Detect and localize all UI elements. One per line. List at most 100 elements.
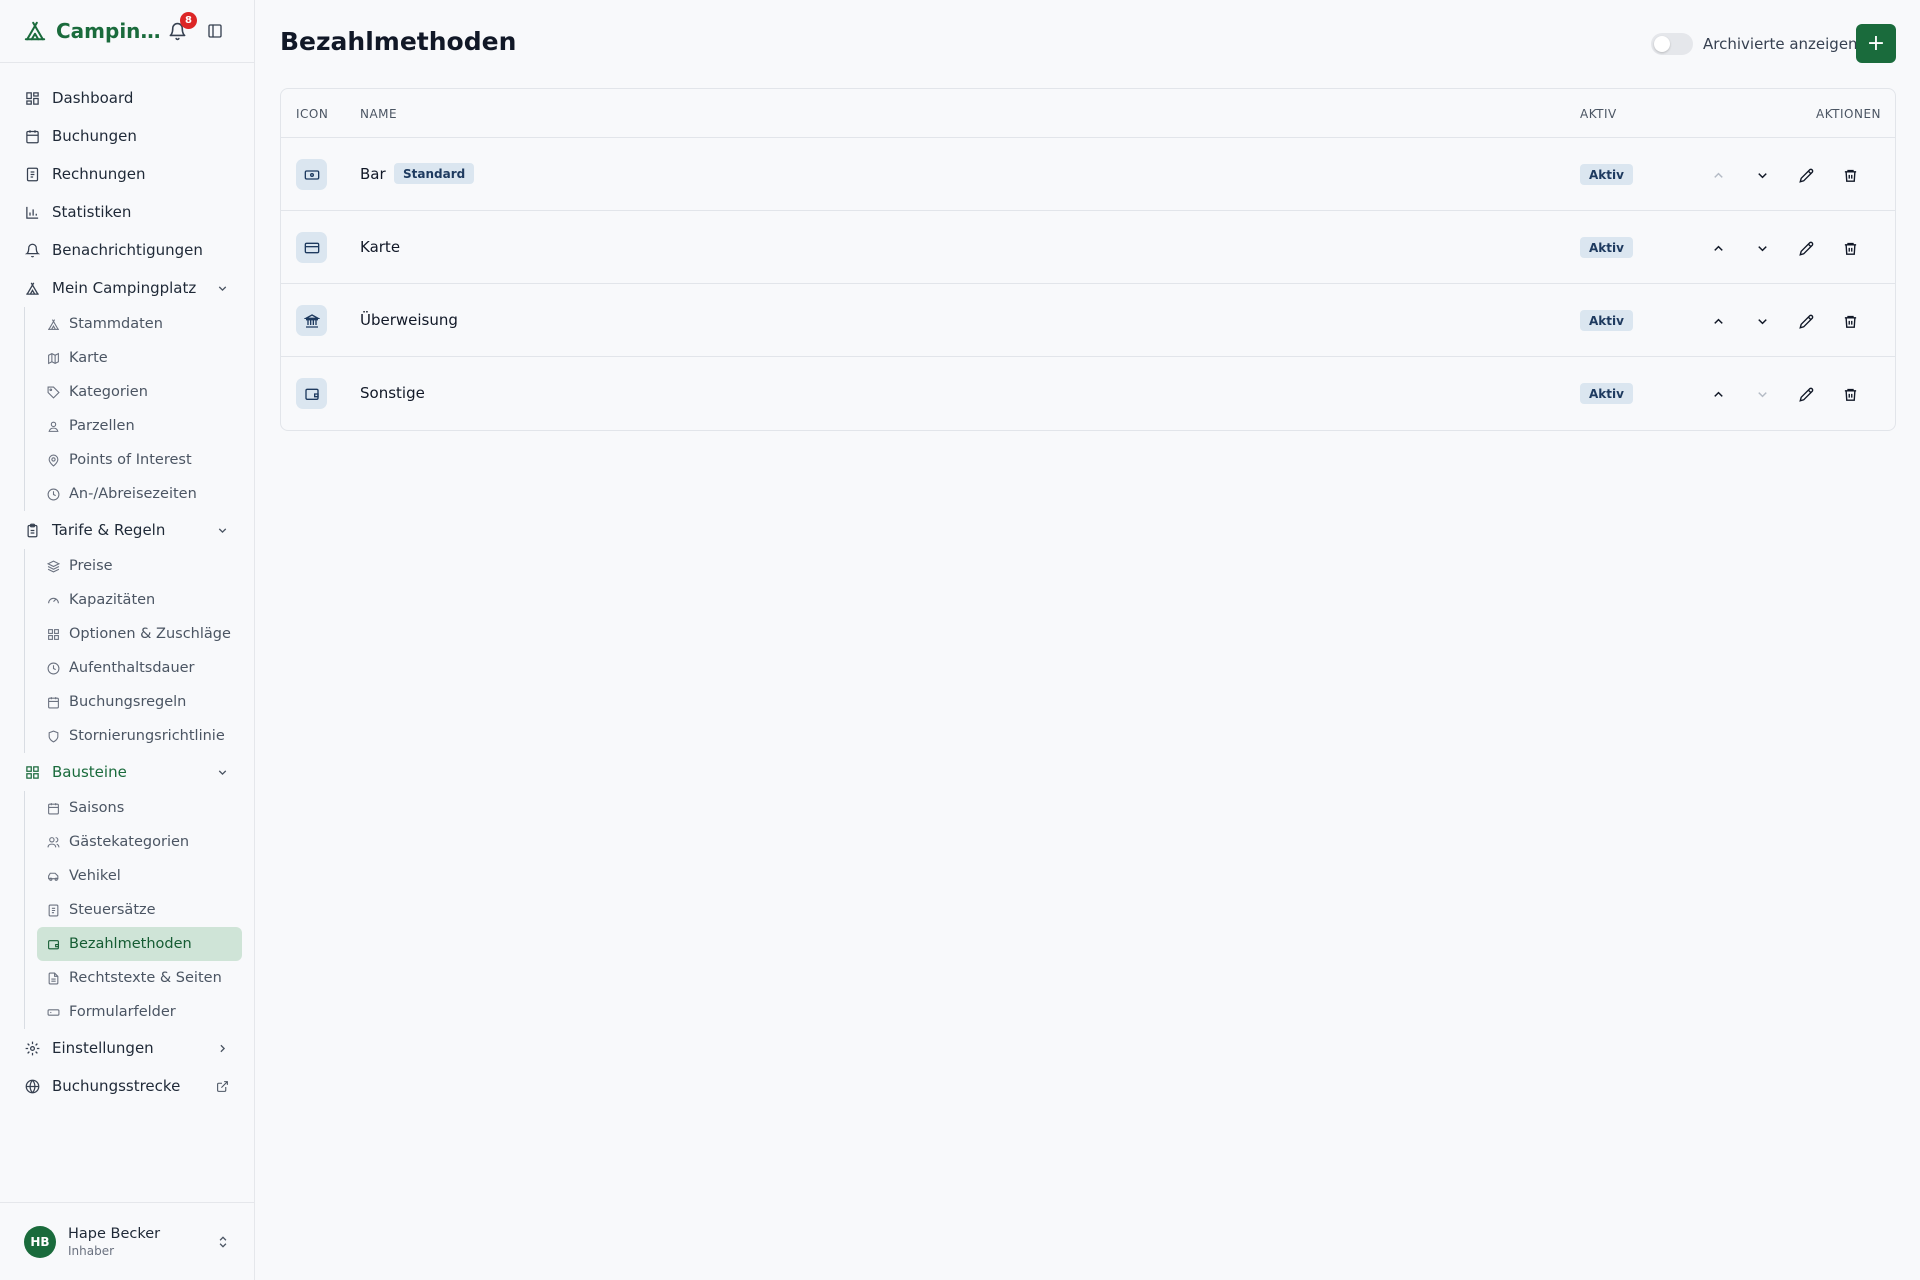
sidebar-item-bezahlmethoden[interactable]: Bezahlmethoden xyxy=(37,927,242,961)
sidebar-item-formularfelder[interactable]: Formularfelder xyxy=(37,995,242,1029)
tent-icon xyxy=(24,280,40,296)
toggle-knob xyxy=(1654,36,1670,52)
status-badge: Aktiv xyxy=(1580,383,1633,404)
move-up-button[interactable] xyxy=(1708,238,1728,258)
globe-icon xyxy=(24,1078,40,1094)
submenu-bausteine: Saisons Gästekategorien Vehikel Steuersä… xyxy=(24,791,254,1029)
sidebar-item-stammdaten[interactable]: Stammdaten xyxy=(37,307,242,341)
nav-group-tarife[interactable]: Tarife & Regeln xyxy=(0,511,254,549)
gear-icon xyxy=(24,1040,40,1056)
move-up-button[interactable] xyxy=(1708,165,1728,185)
tent-icon xyxy=(24,20,46,42)
wallet-icon xyxy=(46,937,60,951)
status-badge: Aktiv xyxy=(1580,310,1633,331)
map-pin-icon xyxy=(46,453,60,467)
move-up-button[interactable] xyxy=(1708,384,1728,404)
sidebar-item-preise[interactable]: Preise xyxy=(37,549,242,583)
row-name: Karte xyxy=(360,238,401,256)
row-name: Überweisung xyxy=(360,311,458,329)
sidebar-item-steuersaetze[interactable]: Steuersätze xyxy=(37,893,242,927)
move-down-button[interactable] xyxy=(1752,384,1772,404)
delete-button[interactable] xyxy=(1840,384,1860,404)
submenu-tarife: Preise Kapazitäten Optionen & Zuschläge … xyxy=(24,549,254,753)
chevron-down-icon xyxy=(215,281,229,295)
edit-button[interactable] xyxy=(1796,311,1816,331)
delete-button[interactable] xyxy=(1840,311,1860,331)
delete-button[interactable] xyxy=(1840,165,1860,185)
sidebar-item-an-abreisezeiten[interactable]: An-/Abreisezeiten xyxy=(37,477,242,511)
banknote-icon xyxy=(296,159,327,190)
sub-label: Kapazitäten xyxy=(69,592,156,608)
user-menu[interactable]: HB Hape Becker Inhaber xyxy=(0,1202,255,1280)
table-row: Sonstige Aktiv xyxy=(281,357,1895,430)
edit-button[interactable] xyxy=(1796,384,1816,404)
sidebar-item-vehikel[interactable]: Vehikel xyxy=(37,859,242,893)
header-aktiv: AKTIV xyxy=(1580,107,1617,121)
car-icon xyxy=(46,869,60,883)
sidebar-item-optionen[interactable]: Optionen & Zuschläge xyxy=(37,617,242,651)
nav-label: Buchungsstrecke xyxy=(52,1077,181,1095)
sidebar-item-kategorien[interactable]: Kategorien xyxy=(37,375,242,409)
app-name: Campingplatz xyxy=(56,19,171,43)
sidebar-item-gaestekategorien[interactable]: Gästekategorien xyxy=(37,825,242,859)
blocks-icon xyxy=(46,627,60,641)
sidebar-toggle-icon[interactable] xyxy=(205,21,225,41)
move-down-button[interactable] xyxy=(1752,165,1772,185)
table-row: Überweisung Aktiv xyxy=(281,284,1895,357)
sidebar: Campingplatz 8 Dashboard Buchungen Rechn… xyxy=(0,0,255,1280)
sub-label: An-/Abreisezeiten xyxy=(69,486,197,502)
sidebar-item-points-of-interest[interactable]: Points of Interest xyxy=(37,443,242,477)
sidebar-item-parzellen[interactable]: Parzellen xyxy=(37,409,242,443)
table-row: Bar Standard Aktiv xyxy=(281,138,1895,211)
credit-card-icon xyxy=(296,232,327,263)
gauge-icon xyxy=(46,593,60,607)
nav-item-benachrichtigungen[interactable]: Benachrichtigungen xyxy=(0,231,254,269)
nav-item-rechnungen[interactable]: Rechnungen xyxy=(0,155,254,193)
sidebar-item-saisons[interactable]: Saisons xyxy=(37,791,242,825)
header-icon: ICON xyxy=(296,107,329,121)
chevrons-up-down-icon[interactable] xyxy=(215,1234,231,1250)
row-name: Sonstige xyxy=(360,384,425,402)
nav-group-bausteine[interactable]: Bausteine xyxy=(0,753,254,791)
sidebar-item-rechtstexte[interactable]: Rechtstexte & Seiten xyxy=(37,961,242,995)
sidebar-item-aufenthaltsdauer[interactable]: Aufenthaltsdauer xyxy=(37,651,242,685)
calendar-icon xyxy=(24,128,40,144)
delete-button[interactable] xyxy=(1840,238,1860,258)
move-down-button[interactable] xyxy=(1752,238,1772,258)
nav-group-mein-campingplatz[interactable]: Mein Campingplatz xyxy=(0,269,254,307)
dashboard-icon xyxy=(24,90,40,106)
sub-label: Steuersätze xyxy=(69,902,156,918)
status-badge: Aktiv xyxy=(1580,164,1633,185)
nav-label: Mein Campingplatz xyxy=(52,279,197,297)
edit-button[interactable] xyxy=(1796,238,1816,258)
move-up-button[interactable] xyxy=(1708,311,1728,331)
sidebar-item-buchungsregeln[interactable]: Buchungsregeln xyxy=(37,685,242,719)
sidebar-item-stornierungsrichtlinie[interactable]: Stornierungsrichtlinie xyxy=(37,719,242,753)
add-button[interactable]: + xyxy=(1856,24,1896,63)
edit-button[interactable] xyxy=(1796,165,1816,185)
nav-label: Benachrichtigungen xyxy=(52,241,203,259)
nav-item-buchungen[interactable]: Buchungen xyxy=(0,117,254,155)
nav-item-dashboard[interactable]: Dashboard xyxy=(0,79,254,117)
sub-label: Buchungsregeln xyxy=(69,694,187,710)
tag-icon xyxy=(46,385,60,399)
sidebar-item-karte[interactable]: Karte xyxy=(37,341,242,375)
page-title: Bezahlmethoden xyxy=(280,27,517,56)
file-text-icon xyxy=(46,971,60,985)
move-down-button[interactable] xyxy=(1752,311,1772,331)
calendar-icon xyxy=(46,695,60,709)
main-nav: Dashboard Buchungen Rechnungen Statistik… xyxy=(0,63,254,1105)
status-badge: Aktiv xyxy=(1580,237,1633,258)
nav-label: Tarife & Regeln xyxy=(52,521,166,539)
nav-item-einstellungen[interactable]: Einstellungen xyxy=(0,1029,254,1067)
user-pin-icon xyxy=(46,419,60,433)
nav-item-statistiken[interactable]: Statistiken xyxy=(0,193,254,231)
sidebar-item-kapazitaeten[interactable]: Kapazitäten xyxy=(37,583,242,617)
nav-label: Dashboard xyxy=(52,89,134,107)
users-icon xyxy=(46,835,60,849)
nav-item-buchungsstrecke[interactable]: Buchungsstrecke xyxy=(0,1067,254,1105)
archive-toggle[interactable] xyxy=(1651,33,1693,55)
chevron-down-icon xyxy=(215,765,229,779)
receipt-icon xyxy=(46,903,60,917)
wallet-icon xyxy=(296,378,327,409)
